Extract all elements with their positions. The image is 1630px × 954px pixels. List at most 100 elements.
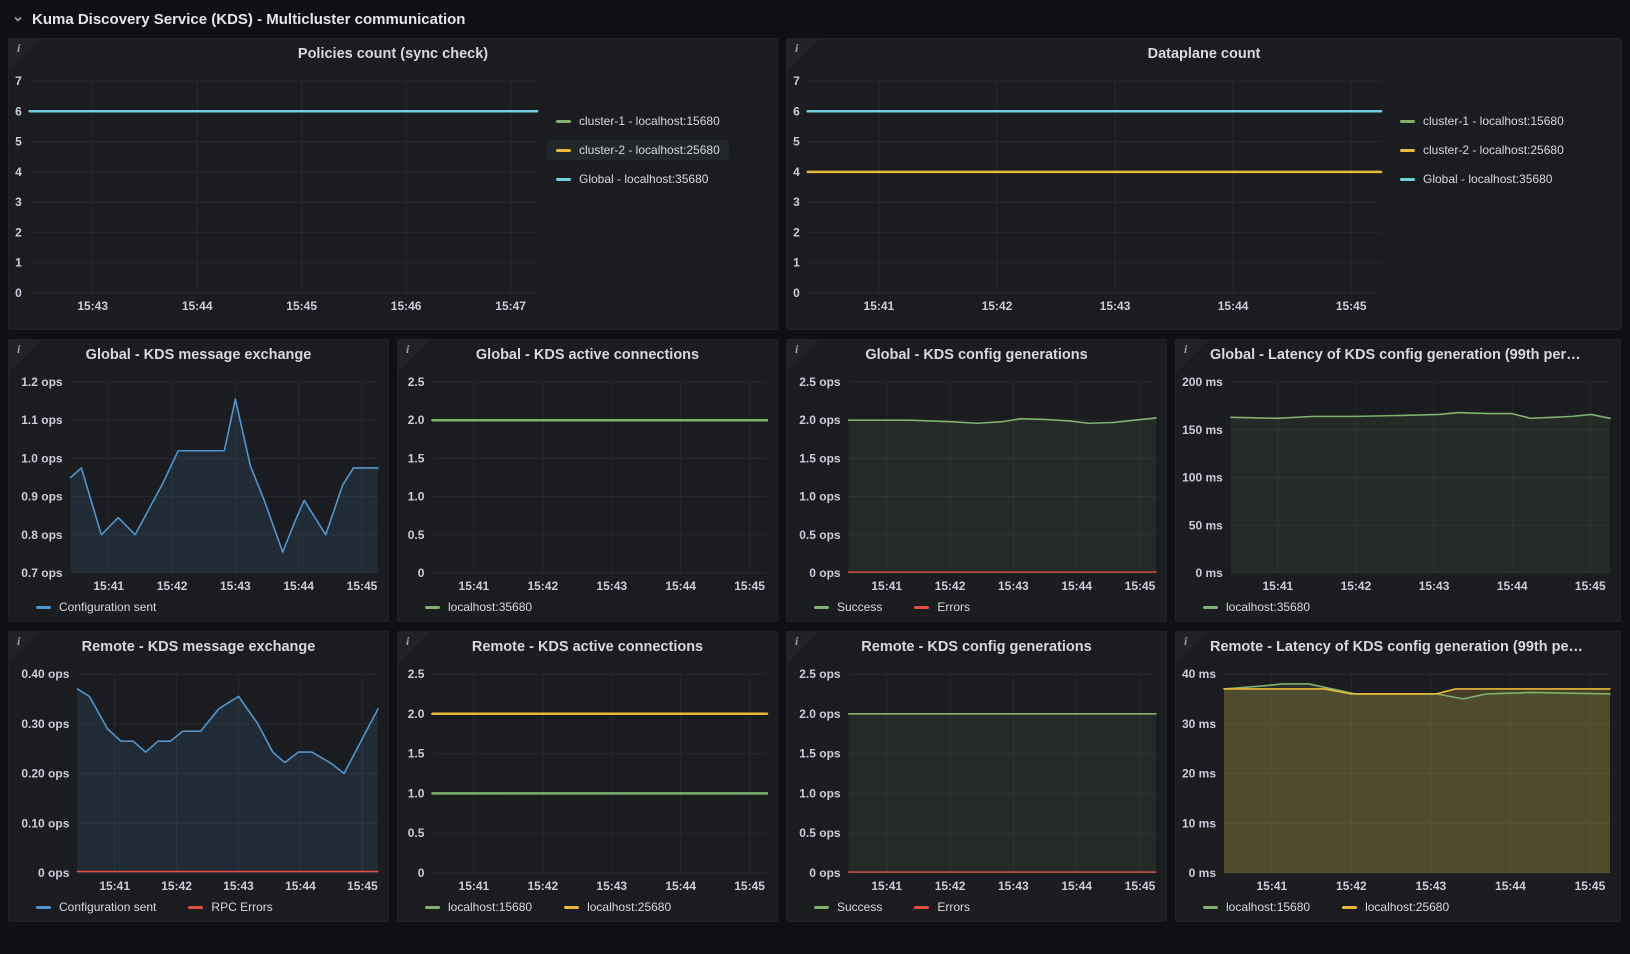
row-title: Kuma Discovery Service (KDS) - Multiclus… [32,11,465,28]
legend-item[interactable]: cluster-2 - localhost:25680 [1391,140,1573,160]
panel-info-corner[interactable]: i [1176,340,1208,372]
panel-info-corner[interactable]: i [787,39,819,71]
legend-item[interactable]: Global - localhost:35680 [1391,169,1561,189]
chart-remote-config-generations[interactable]: 0 ops0.5 ops1.0 ops1.5 ops2.0 ops2.5 ops… [787,662,1166,895]
panel-title[interactable]: Policies count (sync check) [9,39,777,69]
chart-dataplane-count[interactable]: 0123456715:4115:4215:4315:4415:45 [787,69,1391,315]
legend: Success Errors [787,595,1166,621]
y-tick-label: 30 ms [1182,717,1216,731]
info-icon: i [17,342,20,357]
legend-swatch [556,178,571,181]
legend-label: Configuration sent [59,600,156,614]
legend-item[interactable]: localhost:35680 [1194,597,1319,617]
y-tick-label: 4 [15,165,22,179]
chart-policies-count[interactable]: 0123456715:4315:4415:4515:4615:47 [9,69,547,315]
legend-item[interactable]: Errors [905,597,979,617]
legend-item[interactable]: cluster-1 - localhost:15680 [1391,111,1573,131]
y-tick-label: 0 [15,286,22,300]
info-icon: i [795,41,798,56]
x-tick-label: 15:45 [1125,879,1156,893]
legend-item[interactable]: Global - localhost:35680 [547,169,717,189]
y-tick-label: 1.5 ops [799,451,841,465]
panel-info-corner[interactable]: i [787,632,819,664]
legend-item[interactable]: localhost:35680 [416,597,541,617]
legend-item[interactable]: Success [805,597,891,617]
y-tick-label: 2 [15,225,22,239]
legend-label: cluster-1 - localhost:15680 [579,114,720,128]
legend-label: localhost:15680 [448,900,532,914]
panel-info-corner[interactable]: i [1176,632,1208,664]
x-tick-label: 15:45 [734,879,765,893]
panel-info-corner[interactable]: i [787,340,819,372]
legend-item[interactable]: RPC Errors [179,897,281,917]
panel-grid: i Policies count (sync check) 0123456715… [0,38,1630,922]
chart-global-config-generations[interactable]: 0 ops0.5 ops1.0 ops1.5 ops2.0 ops2.5 ops… [787,370,1166,595]
panel-title[interactable]: Remote - KDS active connections [398,632,777,662]
chart-global-active-connections[interactable]: 00.51.01.52.02.515:4115:4215:4315:4415:4… [398,370,777,595]
legend-label: Configuration sent [59,900,156,914]
x-tick-label: 15:42 [982,299,1013,313]
x-tick-label: 15:43 [1416,879,1447,893]
chart-remote-latency[interactable]: 0 ms10 ms20 ms30 ms40 ms15:4115:4215:431… [1176,662,1620,895]
y-tick-label: 100 ms [1182,471,1223,485]
legend: Success Errors [787,895,1166,921]
y-tick-label: 7 [793,74,800,88]
y-tick-label: 2.0 ops [799,413,841,427]
x-tick-label: 15:44 [1061,879,1092,893]
panel-remote-active-connections: i Remote - KDS active connections 00.51.… [397,631,778,922]
legend-item[interactable]: localhost:25680 [1333,897,1458,917]
x-tick-label: 15:45 [734,579,765,593]
y-tick-label: 1.5 ops [799,747,841,761]
panel-info-corner[interactable]: i [9,39,41,71]
legend-label: localhost:35680 [1226,600,1310,614]
x-tick-label: 15:44 [1497,579,1528,593]
panel-title[interactable]: Dataplane count [787,39,1621,69]
panel-title[interactable]: Global - Latency of KDS config generatio… [1176,340,1620,370]
panel-title[interactable]: Global - KDS message exchange [9,340,388,370]
panel-title[interactable]: Remote - Latency of KDS config generatio… [1176,632,1620,662]
panel-info-corner[interactable]: i [9,632,41,664]
x-tick-label: 15:44 [283,579,314,593]
info-icon: i [1184,634,1187,649]
chart-global-message-exchange[interactable]: 0.7 ops0.8 ops0.9 ops1.0 ops1.1 ops1.2 o… [9,370,388,595]
panel-remote-config-generations: i Remote - KDS config generations 0 ops 0… [786,631,1167,922]
y-tick-label: 20 ms [1182,767,1216,781]
legend-label: Global - localhost:35680 [1423,172,1552,186]
x-tick-label: 15:42 [527,579,558,593]
legend-item[interactable]: Success [805,897,891,917]
y-tick-label: 0 ops [809,866,841,880]
y-tick-label: 1.5 [408,747,425,761]
legend-item[interactable]: Errors [905,897,979,917]
x-tick-label: 15:42 [1341,579,1372,593]
y-tick-label: 40 ms [1182,667,1216,681]
legend: Configuration sent [9,595,388,621]
dashboard-row-header[interactable]: Kuma Discovery Service (KDS) - Multiclus… [0,0,1630,38]
legend-swatch [564,906,579,909]
legend-item[interactable]: localhost:25680 [555,897,680,917]
y-tick-label: 1.1 ops [21,413,63,427]
y-tick-label: 0.5 ops [799,528,841,542]
panel-title[interactable]: Remote - KDS message exchange [9,632,388,662]
x-tick-label: 15:42 [157,579,188,593]
series-fill [849,714,1156,873]
panel-info-corner[interactable]: i [9,340,41,372]
x-tick-label: 15:41 [459,879,490,893]
chart-global-latency[interactable]: 0 ms50 ms100 ms150 ms200 ms15:4115:4215:… [1176,370,1620,595]
legend-item[interactable]: Configuration sent [27,597,165,617]
panel-info-corner[interactable]: i [398,340,430,372]
y-tick-label: 0.5 ops [799,826,841,840]
legend-swatch [814,606,829,609]
legend-item[interactable]: cluster-2 - localhost:25680 [547,140,729,160]
chart-remote-active-connections[interactable]: 00.51.01.52.02.515:4115:4215:4315:4415:4… [398,662,777,895]
legend-item[interactable]: localhost:15680 [1194,897,1319,917]
panel-info-corner[interactable]: i [398,632,430,664]
chart-remote-message-exchange[interactable]: 0 ops0.10 ops0.20 ops0.30 ops0.40 ops15:… [9,662,388,895]
panel-title[interactable]: Global - KDS config generations [787,340,1166,370]
legend-item[interactable]: cluster-1 - localhost:15680 [547,111,729,131]
chevron-down-icon [12,13,24,25]
x-tick-label: 15:42 [1336,879,1367,893]
legend-item[interactable]: Configuration sent [27,897,165,917]
panel-title[interactable]: Remote - KDS config generations [787,632,1166,662]
legend-item[interactable]: localhost:15680 [416,897,541,917]
panel-title[interactable]: Global - KDS active connections [398,340,777,370]
